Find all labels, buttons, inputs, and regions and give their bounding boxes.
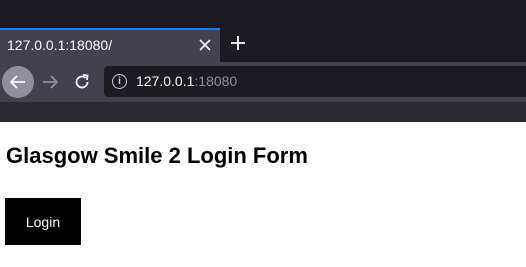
url-bar[interactable]: i 127.0.0.1:18080 xyxy=(104,66,526,97)
url-text[interactable]: 127.0.0.1:18080 xyxy=(136,73,237,89)
reload-icon xyxy=(75,74,89,89)
reload-button[interactable] xyxy=(66,66,98,98)
url-port: :18080 xyxy=(194,73,238,89)
navigation-toolbar: i 127.0.0.1:18080 xyxy=(0,62,526,102)
login-button[interactable]: Login xyxy=(5,198,81,245)
browser-chrome: 127.0.0.1:18080/ i 127.0.0.1:18080 xyxy=(0,0,526,122)
plus-icon-glyph xyxy=(231,36,245,50)
browser-tab[interactable]: 127.0.0.1:18080/ xyxy=(0,28,220,62)
tab-title: 127.0.0.1:18080/ xyxy=(7,37,113,53)
url-host: 127.0.0.1 xyxy=(136,73,195,89)
plus-icon[interactable] xyxy=(226,32,250,58)
page-content: Glasgow Smile 2 Login Form Login xyxy=(0,122,526,267)
tab-strip: 127.0.0.1:18080/ xyxy=(0,0,526,62)
toolbar-spacer xyxy=(0,102,526,122)
forward-button[interactable] xyxy=(34,66,66,98)
arrow-left-icon xyxy=(9,75,25,89)
close-icon[interactable] xyxy=(194,33,216,59)
back-button[interactable] xyxy=(2,66,34,98)
page-title: Glasgow Smile 2 Login Form xyxy=(6,143,308,168)
info-icon[interactable]: i xyxy=(112,74,127,89)
close-icon-glyph xyxy=(199,39,211,51)
arrow-right-icon xyxy=(43,75,59,89)
